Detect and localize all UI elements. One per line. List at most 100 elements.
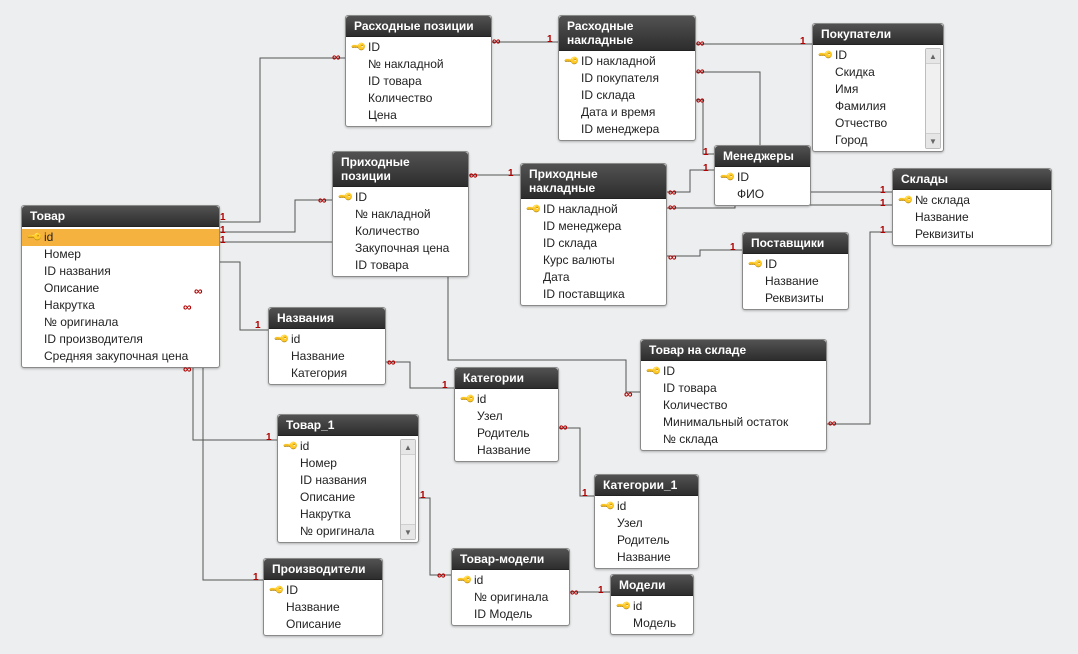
table-tovmod[interactable]: Товар-модели🔑id№ оригиналаID Модель xyxy=(451,548,570,626)
column-row[interactable]: ID Модель xyxy=(452,606,569,623)
table-header[interactable]: Приходные накладные xyxy=(521,164,666,199)
column-row[interactable]: ID поставщика xyxy=(521,286,666,303)
column-row[interactable]: ID производителя xyxy=(22,331,219,348)
column-row[interactable]: 🔑ID xyxy=(715,169,810,186)
column-row[interactable]: Минимальный остаток xyxy=(641,414,826,431)
scrollbar[interactable]: ▲▼ xyxy=(400,439,416,540)
table-tovar1[interactable]: Товар_1🔑idНомерID названияОписаниеНакрут… xyxy=(277,414,419,543)
table-header[interactable]: Категории_1 xyxy=(595,475,698,496)
column-row[interactable]: ID названия xyxy=(22,263,219,280)
column-row[interactable]: 🔑ID xyxy=(333,189,468,206)
column-row[interactable]: ID названия xyxy=(278,472,402,489)
table-header[interactable]: Названия xyxy=(269,308,385,329)
table-header[interactable]: Менеджеры xyxy=(715,146,810,167)
table-header[interactable]: Товар xyxy=(22,206,219,227)
table-tovar[interactable]: Товар 🔑idНомерID названияОписаниеНакрутка… xyxy=(21,205,220,368)
column-row[interactable]: Количество xyxy=(346,90,491,107)
table-rash_nak[interactable]: Расходные накладные 🔑ID накладнойID покуп… xyxy=(558,15,696,141)
column-row[interactable]: 🔑id xyxy=(452,572,569,589)
table-header[interactable]: Расходные накладные xyxy=(559,16,695,51)
column-row[interactable]: Отчество xyxy=(813,115,927,132)
column-row[interactable]: ID товара xyxy=(641,380,826,397)
column-row[interactable]: 🔑ID xyxy=(743,256,848,273)
column-row[interactable]: Название xyxy=(269,348,385,365)
column-row[interactable]: Количество xyxy=(641,397,826,414)
column-row[interactable]: ID покупателя xyxy=(559,70,695,87)
table-header[interactable]: Склады xyxy=(893,169,1051,190)
column-row[interactable]: № накладной xyxy=(333,206,468,223)
table-header[interactable]: Товар на складе xyxy=(641,340,826,361)
scrollbar[interactable]: ▲▼ xyxy=(925,48,941,149)
column-row[interactable]: 🔑id xyxy=(595,498,698,515)
column-row[interactable]: ID товара xyxy=(346,73,491,90)
table-rash_poz[interactable]: Расходные позиции 🔑ID№ накладнойID товара… xyxy=(345,15,492,127)
column-row[interactable]: Узел xyxy=(455,408,558,425)
table-kateg1[interactable]: Категории_1 🔑idУзелРодительНазвание xyxy=(594,474,699,569)
table-header[interactable]: Покупатели xyxy=(813,24,943,45)
column-row[interactable]: ФИО xyxy=(715,186,810,203)
column-row[interactable]: Название xyxy=(743,273,848,290)
column-row[interactable]: Модель xyxy=(611,615,693,632)
column-row[interactable]: Накрутка xyxy=(22,297,219,314)
column-row[interactable]: ID склада xyxy=(559,87,695,104)
column-row[interactable]: Накрутка xyxy=(278,506,402,523)
column-row[interactable]: Средняя закупочная цена xyxy=(22,348,219,365)
column-row[interactable]: Дата xyxy=(521,269,666,286)
column-row[interactable]: ID товара xyxy=(333,257,468,274)
table-header[interactable]: Модели xyxy=(611,575,693,596)
table-modeli[interactable]: Модели 🔑idМодель xyxy=(610,574,694,635)
column-row[interactable]: Имя xyxy=(813,81,927,98)
table-nazv[interactable]: Названия🔑idНазваниеКатегория xyxy=(268,307,386,385)
column-row[interactable]: Название xyxy=(595,549,698,566)
column-row[interactable]: Номер xyxy=(278,455,402,472)
column-row[interactable]: Родитель xyxy=(455,425,558,442)
column-row[interactable]: 🔑ID xyxy=(346,39,491,56)
column-row[interactable]: 🔑ID накладной xyxy=(521,201,666,218)
column-row[interactable]: Название xyxy=(893,209,1051,226)
scroll-up-icon[interactable]: ▲ xyxy=(926,49,940,64)
column-row[interactable]: № накладной xyxy=(346,56,491,73)
table-header[interactable]: Категории xyxy=(455,368,558,389)
column-row[interactable]: Закупочная цена xyxy=(333,240,468,257)
table-header[interactable]: Товар_1 xyxy=(278,415,418,436)
table-proizv[interactable]: Производители🔑IDНазваниеОписание xyxy=(263,558,383,636)
column-row[interactable]: Описание xyxy=(278,489,402,506)
column-row[interactable]: Скидка xyxy=(813,64,927,81)
column-row[interactable]: 🔑№ склада xyxy=(893,192,1051,209)
column-row[interactable]: ID склада xyxy=(521,235,666,252)
column-row[interactable]: 🔑ID накладной xyxy=(559,53,695,70)
column-row[interactable]: Реквизиты xyxy=(893,226,1051,243)
column-row[interactable]: Номер xyxy=(22,246,219,263)
column-row[interactable]: 🔑id xyxy=(269,331,385,348)
column-row[interactable]: ID менеджера xyxy=(559,121,695,138)
column-row[interactable]: 🔑id xyxy=(22,229,219,246)
table-header[interactable]: Расходные позиции xyxy=(346,16,491,37)
table-tovsklad[interactable]: Товар на складе🔑IDID товараКоличествоМин… xyxy=(640,339,827,451)
column-row[interactable]: № оригинала xyxy=(278,523,402,540)
column-row[interactable]: ID менеджера xyxy=(521,218,666,235)
column-row[interactable]: Реквизиты xyxy=(743,290,848,307)
column-row[interactable]: Родитель xyxy=(595,532,698,549)
column-row[interactable]: Узел xyxy=(595,515,698,532)
column-row[interactable]: № оригинала xyxy=(22,314,219,331)
column-row[interactable]: Описание xyxy=(22,280,219,297)
table-kateg[interactable]: Категории🔑idУзелРодительНазвание xyxy=(454,367,559,462)
table-sklady[interactable]: Склады 🔑№ складаНазваниеРеквизиты xyxy=(892,168,1052,246)
column-row[interactable]: 🔑ID xyxy=(264,582,382,599)
column-row[interactable]: 🔑ID xyxy=(813,47,927,64)
column-row[interactable]: Фамилия xyxy=(813,98,927,115)
column-row[interactable]: Название xyxy=(455,442,558,459)
column-row[interactable]: Цена xyxy=(346,107,491,124)
table-header[interactable]: Производители xyxy=(264,559,382,580)
scroll-up-icon[interactable]: ▲ xyxy=(401,440,415,455)
table-header[interactable]: Поставщики xyxy=(743,233,848,254)
er-diagram-canvas[interactable]: { "markers":{"one":"1","many":"∞"}, "tab… xyxy=(0,0,1078,654)
scroll-down-icon[interactable]: ▼ xyxy=(926,133,940,148)
table-prih_nak[interactable]: Приходные накладные 🔑ID накладнойID менед… xyxy=(520,163,667,306)
table-header[interactable]: Приходные позиции xyxy=(333,152,468,187)
table-prih_poz[interactable]: Приходные позиции🔑ID№ накладнойКоличеств… xyxy=(332,151,469,277)
column-row[interactable]: Название xyxy=(264,599,382,616)
column-row[interactable]: Курс валюты xyxy=(521,252,666,269)
column-row[interactable]: 🔑id xyxy=(611,598,693,615)
column-row[interactable]: Дата и время xyxy=(559,104,695,121)
